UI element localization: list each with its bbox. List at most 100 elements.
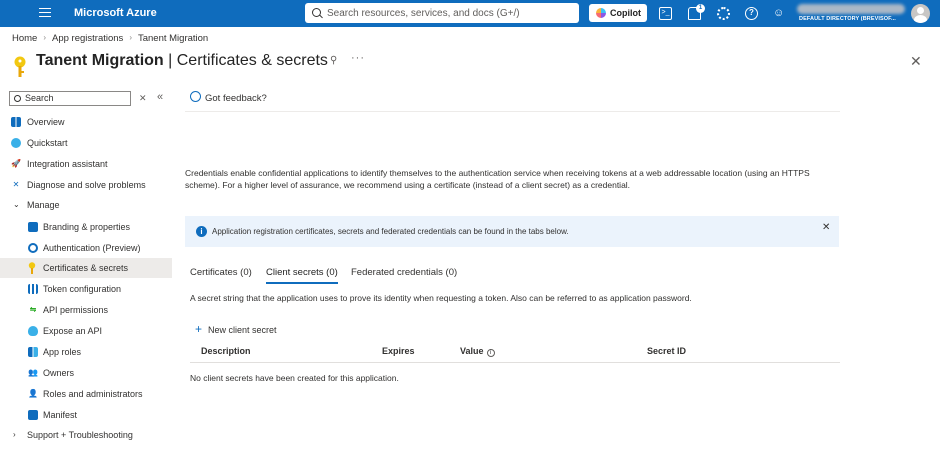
sidebar-item-overview[interactable]: Overview: [0, 112, 172, 132]
chevron-right-icon: ›: [13, 430, 16, 439]
tab-certificates[interactable]: Certificates (0): [190, 267, 252, 285]
page-title: Tanent Migration | Certificates & secret…: [36, 52, 328, 70]
sidebar-item-manifest[interactable]: Manifest: [0, 405, 172, 425]
search-icon: [312, 8, 321, 17]
sidebar-item-expose-api[interactable]: Expose an API: [0, 321, 172, 341]
sidebar-item-label: Diagnose and solve problems: [27, 180, 146, 190]
sidebar-item-diagnose[interactable]: ✕ Diagnose and solve problems: [0, 175, 172, 195]
sidebar-item-owners[interactable]: 👥 Owners: [0, 363, 172, 383]
roles-icon: 👤: [28, 389, 38, 398]
sidebar-item-certificates-secrets[interactable]: Certificates & secrets: [0, 258, 172, 278]
sidebar-item-integration-assistant[interactable]: 🚀 Integration assistant: [0, 154, 172, 174]
info-banner-text: Application registration certificates, s…: [212, 227, 569, 236]
global-search-input[interactable]: Search resources, services, and docs (G+…: [305, 3, 579, 23]
key-icon: [14, 56, 26, 77]
new-client-secret-button[interactable]: + New client secret: [195, 322, 277, 336]
cloud-icon: [11, 138, 21, 148]
branding-icon: [28, 222, 38, 232]
sidebar-item-label: Authentication (Preview): [43, 243, 141, 253]
search-icon: [14, 95, 21, 102]
client-secret-description: A secret string that the application use…: [190, 293, 692, 303]
more-options-icon[interactable]: ···: [351, 52, 365, 64]
copilot-button[interactable]: Copilot: [589, 4, 647, 22]
sidebar-item-app-roles[interactable]: App roles: [0, 342, 172, 362]
sidebar-item-roles-administrators[interactable]: 👤 Roles and administrators: [0, 384, 172, 404]
sidebar-item-label: Certificates & secrets: [43, 263, 129, 273]
sidebar-group-manage[interactable]: ⌄ Manage: [0, 195, 172, 215]
table-divider: [190, 362, 840, 363]
column-header-value-label: Value: [460, 346, 484, 356]
authentication-icon: [28, 243, 38, 253]
sidebar-search-input[interactable]: Search: [9, 91, 131, 106]
sidebar-item-label: Branding & properties: [43, 222, 131, 232]
page-title-blade: Certificates & secrets: [176, 52, 328, 69]
sidebar-item-authentication[interactable]: Authentication (Preview): [0, 238, 172, 258]
new-client-secret-label: New client secret: [208, 325, 277, 335]
brand-link[interactable]: Microsoft Azure: [74, 7, 157, 19]
breadcrumb-home[interactable]: Home: [12, 33, 37, 44]
plus-icon: +: [195, 322, 203, 336]
sidebar-item-token-configuration[interactable]: Token configuration: [0, 279, 172, 299]
page-title-resource: Tanent Migration: [36, 52, 164, 69]
breadcrumb-tanent-migration[interactable]: Tanent Migration: [138, 33, 208, 44]
help-icon[interactable]: ?: [745, 7, 758, 20]
column-header-secret-id: Secret ID: [647, 346, 687, 356]
feedback-icon: [190, 91, 201, 102]
info-icon: i: [196, 226, 207, 237]
breadcrumb: Home › App registrations › Tanent Migrat…: [12, 33, 208, 44]
cloud-shell-icon[interactable]: >_: [659, 7, 672, 20]
api-permissions-icon: ⇋: [29, 305, 37, 314]
copilot-label: Copilot: [610, 8, 641, 18]
settings-icon[interactable]: [717, 7, 730, 20]
top-bar: Microsoft Azure Search resources, servic…: [0, 0, 940, 27]
column-header-expires: Expires: [382, 346, 415, 356]
tab-client-secrets[interactable]: Client secrets (0): [266, 267, 338, 285]
clear-filter-icon[interactable]: ✕: [139, 93, 147, 104]
sidebar-item-label: Manage: [27, 200, 60, 210]
token-icon: [28, 284, 38, 294]
column-header-description: Description: [201, 346, 251, 356]
copilot-icon: [596, 8, 606, 18]
page-title-separator: |: [163, 52, 177, 69]
sidebar-item-label: API permissions: [43, 305, 109, 315]
sidebar-item-api-permissions[interactable]: ⇋ API permissions: [0, 300, 172, 320]
close-icon[interactable]: ✕: [910, 53, 922, 70]
chevron-down-icon: ⌄: [13, 200, 20, 209]
sidebar-item-label: Owners: [43, 368, 75, 378]
wrench-icon: ✕: [12, 180, 20, 189]
cloud-icon: [28, 326, 38, 336]
sidebar-item-branding[interactable]: Branding & properties: [0, 217, 172, 237]
manifest-icon: [28, 410, 38, 420]
credentials-description: Credentials enable confidential applicat…: [185, 168, 810, 190]
info-icon[interactable]: i: [486, 349, 495, 357]
dismiss-banner-icon[interactable]: ✕: [822, 222, 830, 233]
info-banner: i Application registration certificates,…: [185, 216, 839, 247]
global-search-placeholder: Search resources, services, and docs (G+…: [327, 7, 520, 19]
sidebar-item-label: Integration assistant: [27, 159, 108, 169]
feedback-person-icon[interactable]: ☺: [773, 7, 786, 20]
sidebar-group-support[interactable]: › Support + Troubleshooting: [0, 425, 172, 445]
pin-icon[interactable]: ⚲: [330, 55, 337, 66]
collapse-sidebar-icon[interactable]: «: [157, 91, 163, 103]
sidebar-search-value: Search: [25, 93, 54, 103]
column-header-value: Value i: [460, 346, 495, 357]
avatar[interactable]: [911, 4, 930, 23]
sidebar-item-label: Expose an API: [43, 326, 103, 336]
tab-federated-credentials[interactable]: Federated credentials (0): [351, 267, 457, 285]
notification-badge: 1: [696, 4, 705, 13]
sidebar-item-label: Quickstart: [27, 138, 68, 148]
breadcrumb-app-registrations[interactable]: App registrations: [52, 33, 123, 44]
sidebar-item-label: Support + Troubleshooting: [27, 430, 133, 440]
divider: [185, 111, 840, 112]
directory-label[interactable]: DEFAULT DIRECTORY (BREVISOF...: [799, 16, 896, 22]
sidebar-item-label: Manifest: [43, 410, 78, 420]
people-icon: 👥: [28, 368, 38, 377]
got-feedback-link[interactable]: Got feedback?: [205, 93, 267, 104]
app-roles-icon: [28, 347, 38, 357]
rocket-icon: 🚀: [11, 159, 21, 168]
overview-grid-icon: [11, 117, 21, 127]
account-name[interactable]: [797, 4, 905, 14]
menu-icon[interactable]: [39, 8, 51, 18]
sidebar-item-label: App roles: [43, 347, 82, 357]
sidebar-item-quickstart[interactable]: Quickstart: [0, 133, 172, 153]
